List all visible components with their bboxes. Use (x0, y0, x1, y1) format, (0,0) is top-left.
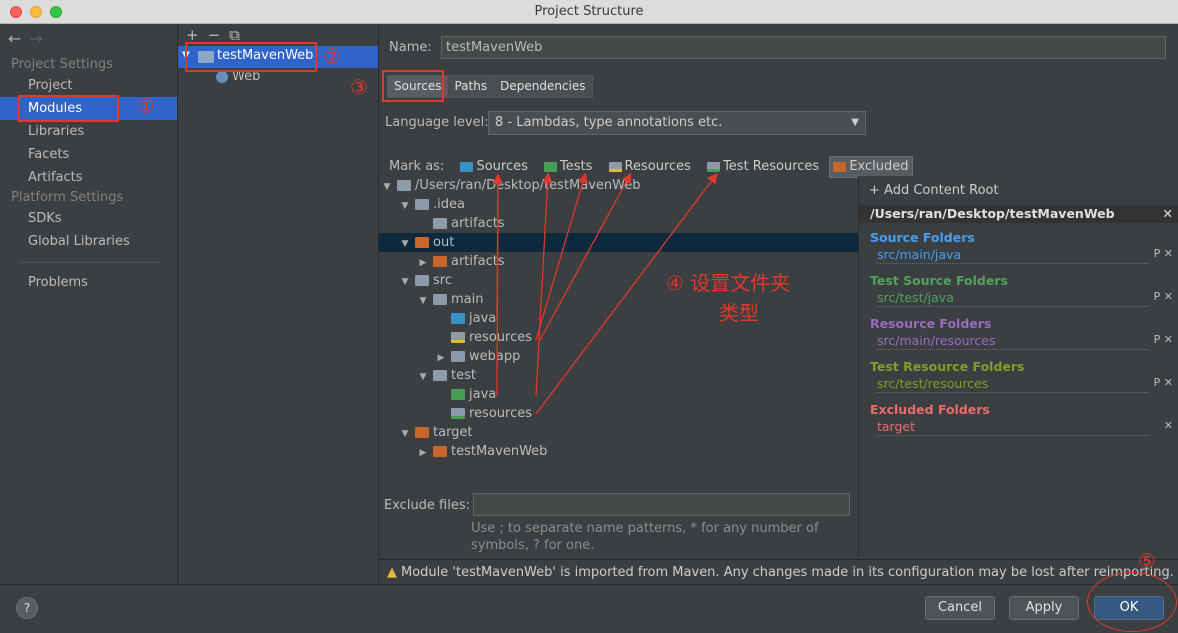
annotation-arrows (492, 172, 718, 415)
